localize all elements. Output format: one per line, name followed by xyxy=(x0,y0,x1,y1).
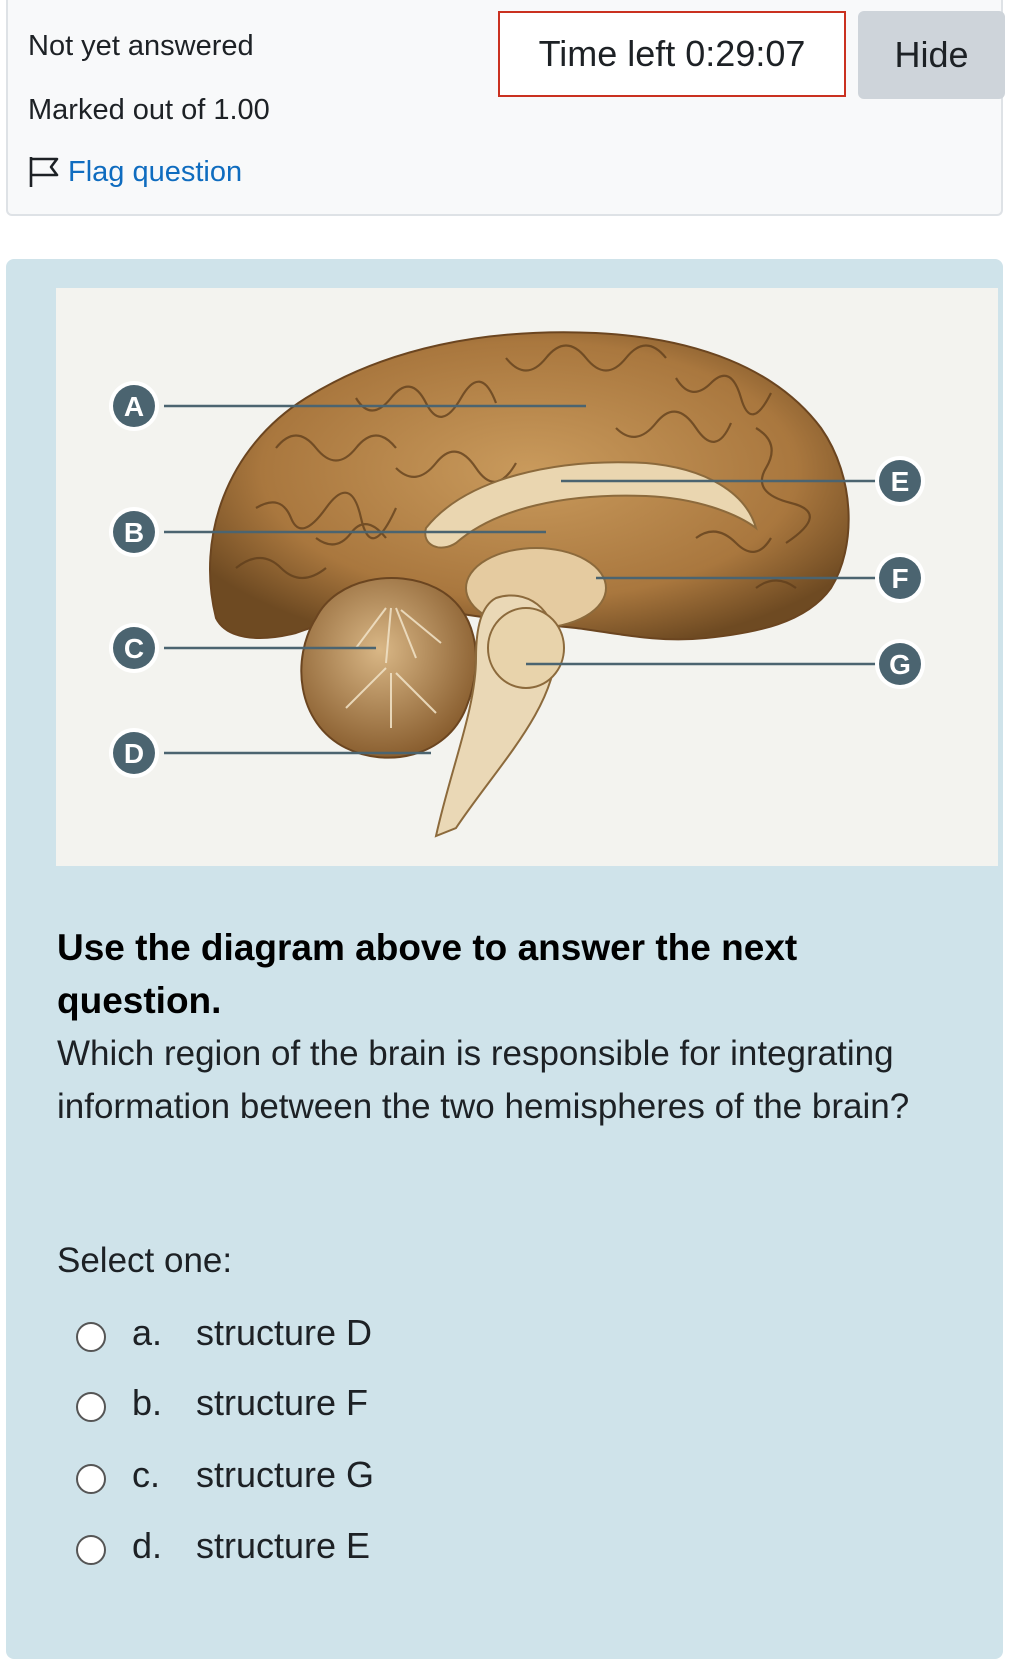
radio-button[interactable] xyxy=(76,1322,106,1352)
label-e: E xyxy=(891,466,910,497)
label-g: G xyxy=(889,649,911,680)
answer-option-d[interactable]: d. structure E xyxy=(76,1525,370,1567)
select-one-label: Select one: xyxy=(57,1241,233,1280)
brain-diagram: A B C D E F G xyxy=(56,288,998,866)
option-text: structure E xyxy=(196,1525,371,1566)
flag-question-label: Flag question xyxy=(68,155,243,188)
answer-status: Not yet answered xyxy=(28,30,254,62)
option-letter: c. xyxy=(132,1454,161,1495)
option-letter: b. xyxy=(132,1382,163,1423)
time-left-timer: Time left 0:29:07 xyxy=(498,11,846,97)
option-text: structure D xyxy=(196,1312,373,1353)
question-text: Which region of the brain is responsible… xyxy=(57,1034,910,1126)
question-instruction: Use the diagram above to answer the next… xyxy=(57,927,798,1021)
answer-option-b[interactable]: b. structure F xyxy=(76,1382,368,1424)
option-text: structure F xyxy=(196,1382,369,1423)
question-content: A B C D E F G Use the diagram above to a… xyxy=(6,259,1003,1659)
hide-timer-button[interactable]: Hide xyxy=(858,11,1005,99)
label-a: A xyxy=(124,391,144,422)
label-f: F xyxy=(891,563,908,594)
marks-info: Marked out of 1.00 xyxy=(28,94,270,126)
option-letter: a. xyxy=(132,1312,163,1353)
label-b: B xyxy=(124,517,144,548)
flag-icon xyxy=(29,157,59,187)
label-c: C xyxy=(124,633,144,664)
label-d: D xyxy=(124,738,144,769)
option-letter: d. xyxy=(132,1525,163,1566)
answer-option-a[interactable]: a. structure D xyxy=(76,1312,372,1354)
brain-sagittal-image: A B C D E F G xyxy=(109,331,925,838)
radio-button[interactable] xyxy=(76,1535,106,1565)
radio-button[interactable] xyxy=(76,1464,106,1494)
option-text: structure G xyxy=(196,1454,375,1495)
flag-question-link[interactable]: Flag question xyxy=(26,154,242,190)
answer-option-c[interactable]: c. structure G xyxy=(76,1454,374,1496)
radio-button[interactable] xyxy=(76,1392,106,1422)
